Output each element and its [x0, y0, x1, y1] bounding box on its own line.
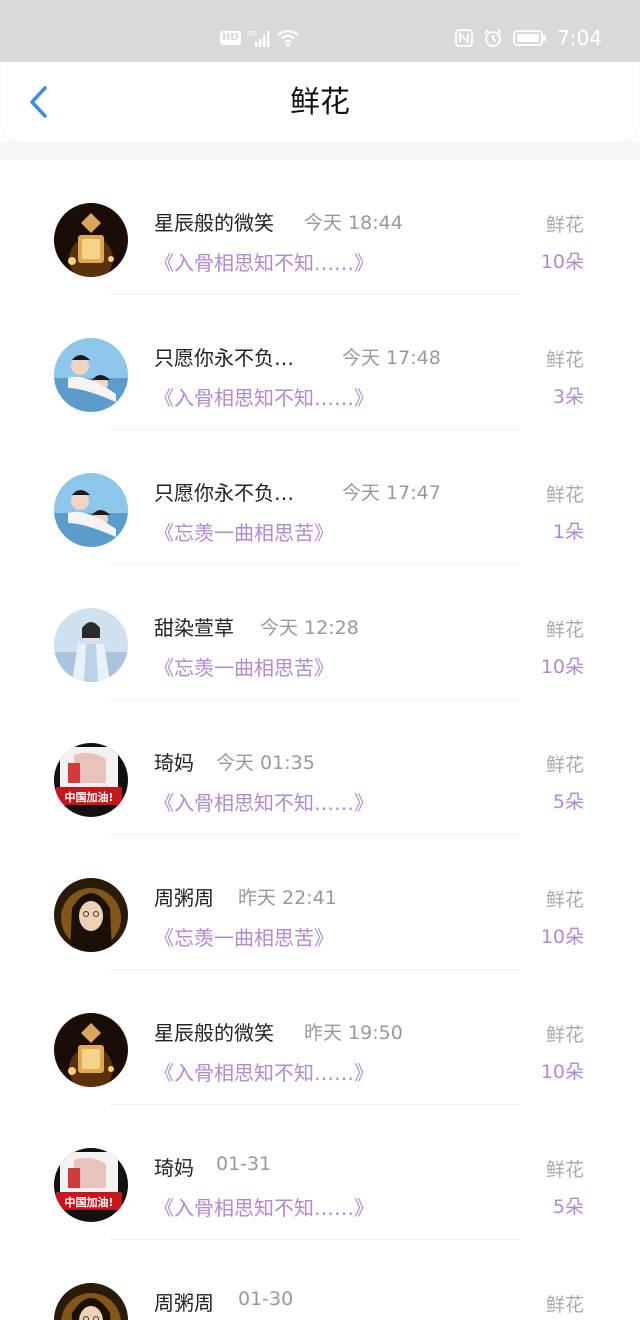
perfume-bottle-avatar	[54, 1013, 128, 1087]
gift-type: 鲜花	[545, 1294, 584, 1316]
list-item[interactable]: 周粥周 01-30 鲜花	[0, 1240, 640, 1320]
work-title-link[interactable]: 《入骨相思知不知……》	[154, 1057, 374, 1086]
sender-name: 只愿你永不负…	[154, 481, 294, 505]
sent-time: 今天 18:44	[304, 212, 403, 234]
avatar-banner-text: 中国加油!	[64, 790, 113, 804]
sent-time: 今天 17:47	[342, 482, 441, 504]
work-title-link[interactable]: 《入骨相思知不知……》	[154, 382, 374, 411]
sender-name: 甜染萱草	[154, 616, 234, 640]
woman-portrait-avatar	[54, 1283, 128, 1320]
couple-avatar	[54, 338, 128, 412]
china-banner-avatar: 中国加油!	[54, 743, 128, 817]
work-title-link[interactable]: 《忘羡一曲相思苦》	[154, 922, 334, 951]
gift-list: 星辰般的微笑 今天 18:44 《入骨相思知不知……》 鲜花 10朵 只愿你永不…	[0, 160, 640, 1320]
sent-time: 昨天 19:50	[304, 1022, 403, 1044]
gift-type: 鲜花	[545, 1024, 584, 1046]
work-title-link[interactable]: 《忘羡一曲相思苦》	[154, 652, 334, 681]
gift-count: 10朵	[540, 1061, 584, 1083]
sender-name: 只愿你永不负…	[154, 346, 294, 370]
sent-time: 今天 12:28	[260, 617, 359, 639]
gift-type: 鲜花	[545, 1159, 584, 1181]
status-center: HD 5G	[220, 24, 299, 52]
gift-count: 5朵	[552, 791, 584, 813]
sent-time: 今天 17:48	[342, 347, 441, 369]
gift-count: 5朵	[552, 1196, 584, 1218]
avatar[interactable]	[54, 473, 128, 547]
gift-type: 鲜花	[545, 754, 584, 776]
sent-time: 01-31	[216, 1153, 272, 1175]
sent-time: 01-30	[238, 1288, 294, 1310]
sent-time: 今天 01:35	[216, 752, 315, 774]
alarm-icon	[483, 28, 503, 48]
nfc-icon	[455, 29, 473, 47]
avatar[interactable]	[54, 338, 128, 412]
avatar-banner-text: 中国加油!	[64, 1195, 113, 1209]
avatar[interactable]	[54, 878, 128, 952]
list-item[interactable]: 星辰般的微笑 今天 18:44 《入骨相思知不知……》 鲜花 10朵	[0, 160, 640, 295]
gift-type: 鲜花	[545, 484, 584, 506]
list-item[interactable]: 中国加油! 琦妈 01-31 《入骨相思知不知……》 鲜花 5朵	[0, 1105, 640, 1240]
gift-count: 10朵	[540, 926, 584, 948]
sender-name: 琦妈	[154, 751, 194, 775]
gift-type: 鲜花	[545, 349, 584, 371]
sender-name: 周粥周	[154, 1291, 214, 1315]
list-item[interactable]: 星辰般的微笑 昨天 19:50 《入骨相思知不知……》 鲜花 10朵	[0, 970, 640, 1105]
work-title-link[interactable]: 《入骨相思知不知……》	[154, 787, 374, 816]
status-time: 7:04	[557, 26, 602, 50]
work-title-link[interactable]: 《入骨相思知不知……》	[154, 1192, 374, 1221]
gift-count: 3朵	[552, 386, 584, 408]
list-item[interactable]: 中国加油! 琦妈 今天 01:35 《入骨相思知不知……》 鲜花 5朵	[0, 700, 640, 835]
couple-avatar	[54, 473, 128, 547]
gift-type: 鲜花	[545, 214, 584, 236]
avatar[interactable]	[54, 1013, 128, 1087]
header-spacer	[0, 142, 640, 160]
network-label: 5G	[247, 30, 257, 38]
gift-count: 1朵	[552, 521, 584, 543]
gift-count: 10朵	[540, 251, 584, 273]
list-item[interactable]: 只愿你永不负… 今天 17:47 《忘羡一曲相思苦》 鲜花 1朵	[0, 430, 640, 565]
work-title-link[interactable]: 《忘羡一曲相思苦》	[154, 517, 334, 546]
perfume-bottle-avatar	[54, 203, 128, 277]
battery-icon	[513, 29, 547, 47]
gift-type: 鲜花	[545, 889, 584, 911]
list-item[interactable]: 周粥周 昨天 22:41 《忘羡一曲相思苦》 鲜花 10朵	[0, 835, 640, 970]
avatar[interactable]: 中国加油!	[54, 743, 128, 817]
work-title-link[interactable]: 《入骨相思知不知……》	[154, 247, 374, 276]
signal-icon: 5G	[247, 29, 271, 47]
page-header: 鲜花	[2, 62, 638, 142]
sender-name: 周粥周	[154, 886, 214, 910]
page-title: 鲜花	[290, 85, 350, 120]
status-bar: HD 5G 7:04	[0, 0, 640, 62]
gift-count: 10朵	[540, 656, 584, 678]
woman-portrait-avatar	[54, 878, 128, 952]
sender-name: 琦妈	[154, 1156, 194, 1180]
list-item[interactable]: 甜染萱草 今天 12:28 《忘羡一曲相思苦》 鲜花 10朵	[0, 565, 640, 700]
wifi-icon	[276, 29, 299, 47]
status-right: 7:04	[455, 24, 602, 52]
gift-type: 鲜花	[545, 619, 584, 641]
china-banner-avatar: 中国加油!	[54, 1148, 128, 1222]
avatar[interactable]: 中国加油!	[54, 1148, 128, 1222]
hd-badge: HD	[220, 31, 241, 45]
avatar[interactable]	[54, 203, 128, 277]
sender-name: 星辰般的微笑	[154, 1021, 274, 1045]
sent-time: 昨天 22:41	[238, 887, 337, 909]
avatar[interactable]	[54, 1283, 128, 1320]
list-item[interactable]: 只愿你永不负… 今天 17:48 《入骨相思知不知……》 鲜花 3朵	[0, 295, 640, 430]
sender-name: 星辰般的微笑	[154, 211, 274, 235]
costume-figure-avatar	[54, 608, 128, 682]
avatar[interactable]	[54, 608, 128, 682]
